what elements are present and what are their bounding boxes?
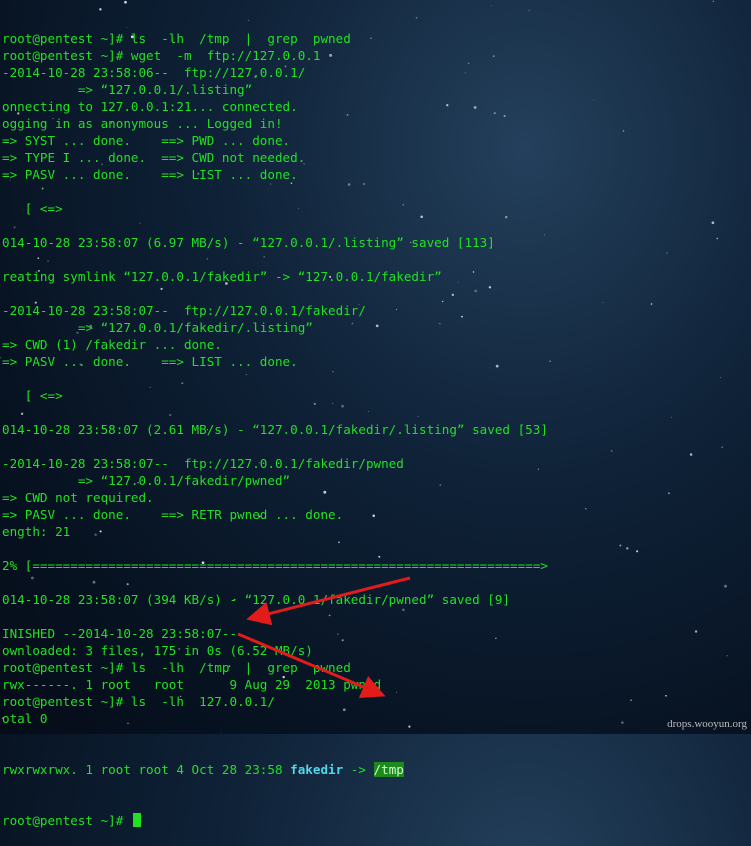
- terminal-line: => PASV ... done. ==> LIST ... done.: [2, 167, 298, 182]
- terminal-line: => “127.0.0.1/fakedir/pwned”: [2, 473, 291, 488]
- terminal-line: root@pentest ~]# ls -lh /tmp | grep pwne…: [2, 31, 351, 46]
- terminal-prompt-line[interactable]: root@pentest ~]#: [2, 812, 548, 829]
- terminal-line: => PASV ... done. ==> LIST ... done.: [2, 354, 298, 369]
- terminal-line: root@pentest ~]# ls -lh /tmp | grep pwne…: [2, 660, 351, 675]
- terminal-line: onnecting to 127.0.0.1:21... connected.: [2, 99, 298, 114]
- terminal-line: rwx------. 1 root root 9 Aug 29 2013 pwn…: [2, 677, 382, 692]
- terminal-line: -2014-10-28 23:58:07-- ftp://127.0.0.1/f…: [2, 303, 366, 318]
- symlink-arrow: ->: [343, 762, 374, 777]
- terminal-line: => “127.0.0.1/.listing”: [2, 82, 253, 97]
- terminal-line: root@pentest ~]# wget -m ftp://127.0.0.1: [2, 48, 321, 63]
- terminal-line: ownloaded: 3 files, 175 in 0s (6.52 MB/s…: [2, 643, 313, 658]
- terminal-output: root@pentest ~]# ls -lh /tmp | grep pwne…: [2, 30, 548, 727]
- terminal-line: otal 0: [2, 711, 48, 726]
- terminal-prompt: root@pentest ~]#: [2, 813, 131, 828]
- symlink-prefix: rwxrwxrwx. 1 root root 4 Oct 28 23:58: [2, 762, 291, 777]
- symlink-target: /tmp: [373, 762, 404, 777]
- terminal-symlink-line: rwxrwxrwx. 1 root root 4 Oct 28 23:58 fa…: [2, 761, 548, 778]
- terminal-line: => PASV ... done. ==> RETR pwned ... don…: [2, 507, 344, 522]
- terminal-line: root@pentest ~]# ls -lh 127.0.0.1/: [2, 694, 275, 709]
- terminal-line: => SYST ... done. ==> PWD ... done.: [2, 133, 291, 148]
- terminal-line: 014-10-28 23:58:07 (6.97 MB/s) - “127.0.…: [2, 235, 495, 250]
- terminal-line: 014-10-28 23:58:07 (2.61 MB/s) - “127.0.…: [2, 422, 548, 437]
- terminal-line: ogging in as anonymous ... Logged in!: [2, 116, 283, 131]
- terminal-line: => CWD (1) /fakedir ... done.: [2, 337, 222, 352]
- watermark: drops.wooyun.org: [667, 718, 747, 730]
- terminal-line: reating symlink “127.0.0.1/fakedir” -> “…: [2, 269, 442, 284]
- terminal-cursor: [132, 813, 141, 827]
- terminal-line: => TYPE I ... done. ==> CWD not needed.: [2, 150, 306, 165]
- terminal-line: -2014-10-28 23:58:07-- ftp://127.0.0.1/f…: [2, 456, 404, 471]
- terminal-line: [ <=>: [2, 201, 63, 216]
- terminal-line: ength: 21: [2, 524, 71, 539]
- terminal-window[interactable]: root@pentest ~]# ls -lh /tmp | grep pwne…: [2, 0, 548, 846]
- terminal-line: 014-10-28 23:58:07 (394 KB/s) - “127.0.0…: [2, 592, 510, 607]
- terminal-line: [ <=>: [2, 388, 63, 403]
- terminal-line: 2% [====================================…: [2, 558, 548, 573]
- symlink-name: fakedir: [290, 762, 344, 777]
- terminal-line: INISHED --2014-10-28 23:58:07--: [2, 626, 238, 641]
- terminal-line: -2014-10-28 23:58:06-- ftp://127.0.0.1/: [2, 65, 306, 80]
- terminal-line: => CWD not required.: [2, 490, 154, 505]
- terminal-line: => “127.0.0.1/fakedir/.listing”: [2, 320, 313, 335]
